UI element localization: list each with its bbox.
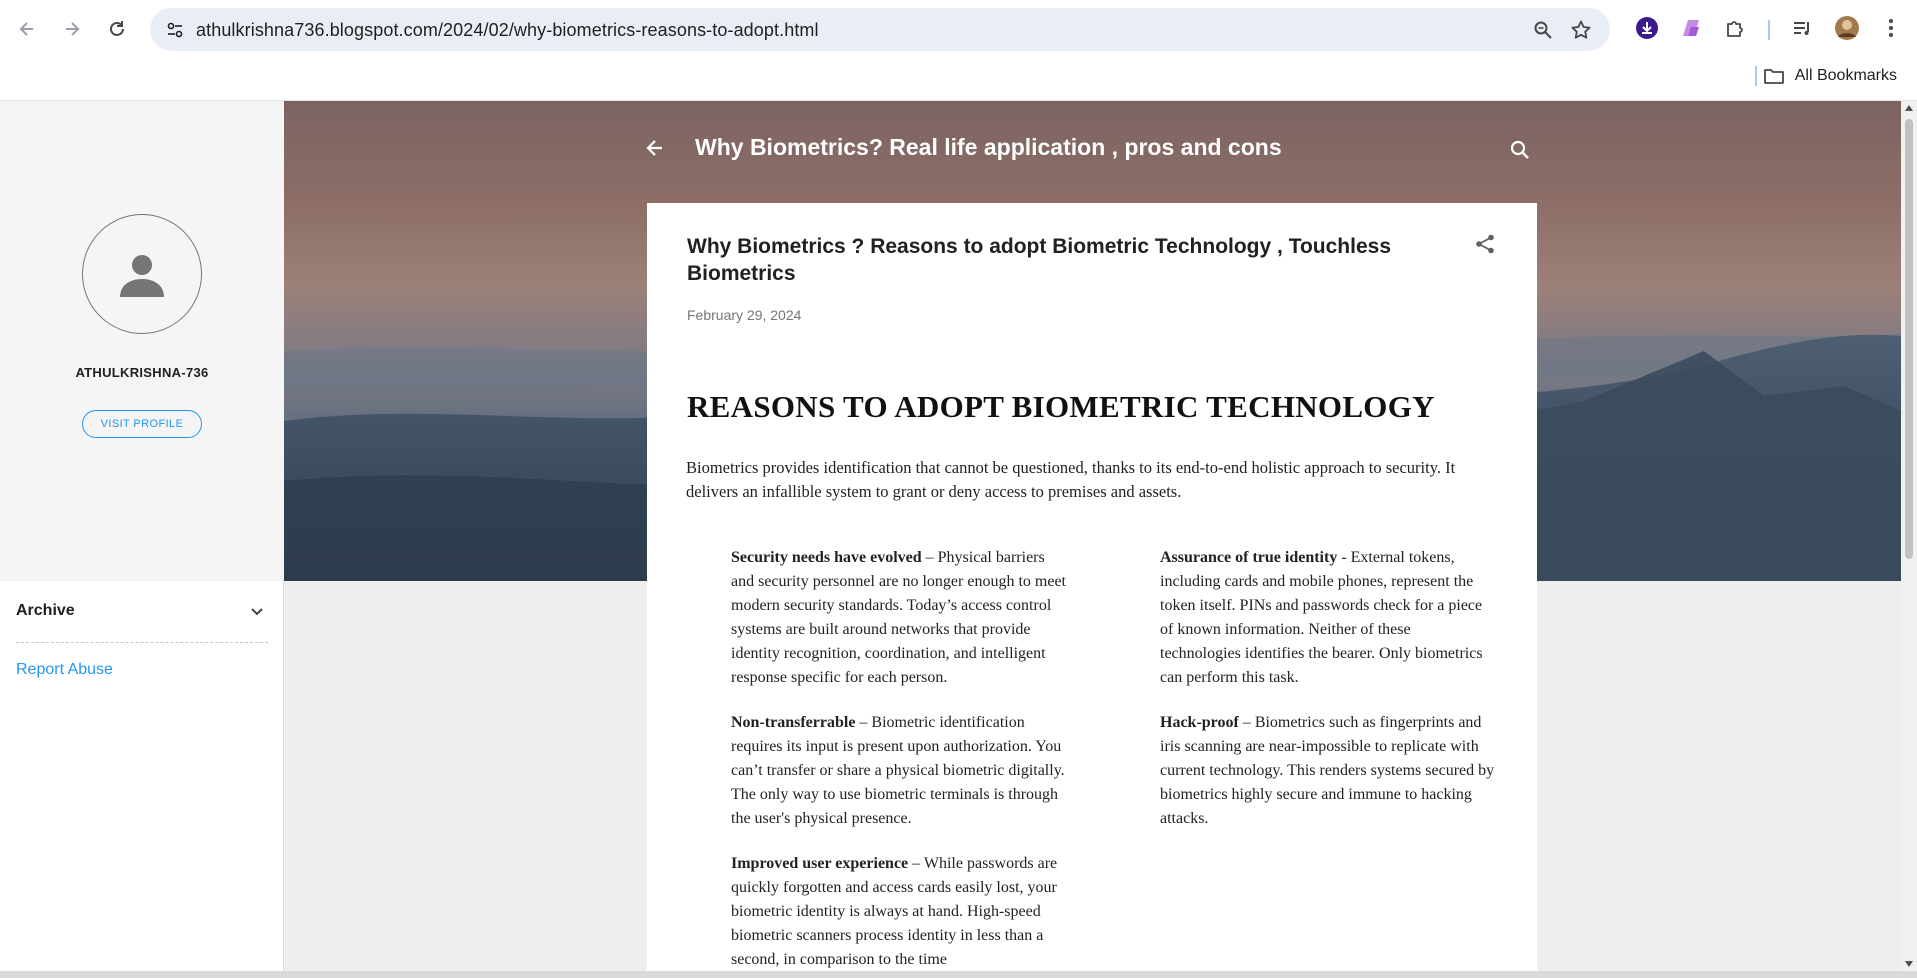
url-text[interactable]: athulkrishna736.blogspot.com/2024/02/why… bbox=[196, 20, 819, 41]
post-intro: Biometrics provides identification that … bbox=[686, 458, 1456, 501]
paragraph: Non-transferrable – Biometric identifica… bbox=[731, 711, 1066, 831]
reading-list-button[interactable] bbox=[1788, 14, 1816, 42]
person-icon bbox=[120, 255, 164, 297]
left-column: Security needs have evolved – Physical b… bbox=[731, 546, 1066, 971]
scroll-thumb[interactable] bbox=[1905, 119, 1913, 559]
bookmarks-bar: All Bookmarks bbox=[0, 59, 1917, 101]
paragraph: Hack-proof – Biometrics such as fingerpr… bbox=[1160, 711, 1495, 831]
profile-avatar-button[interactable] bbox=[1833, 14, 1861, 42]
bookmarks-divider bbox=[1755, 66, 1757, 86]
chevron-down-icon bbox=[251, 608, 263, 616]
folder-icon bbox=[1763, 69, 1784, 84]
paragraph: Improved user experience – While passwor… bbox=[731, 852, 1066, 971]
download-icon bbox=[1636, 17, 1658, 39]
bookmark-star-button[interactable] bbox=[1568, 17, 1594, 43]
address-bar[interactable]: athulkrishna736.blogspot.com/2024/02/why… bbox=[150, 8, 1610, 51]
paragraph-term: Hack-proof bbox=[1160, 714, 1239, 731]
playlist-icon bbox=[1794, 22, 1809, 35]
site-info-button[interactable] bbox=[160, 15, 190, 45]
back-button[interactable] bbox=[10, 12, 44, 46]
share-button[interactable] bbox=[1474, 233, 1496, 260]
paragraph-term: Security needs have evolved bbox=[731, 549, 922, 566]
puzzle-icon bbox=[1727, 21, 1743, 37]
post-title: Why Biometrics ? Reasons to adopt Biomet… bbox=[687, 235, 1391, 285]
tune-icon bbox=[167, 22, 183, 38]
archive-toggle[interactable]: Archive bbox=[16, 599, 268, 643]
browser-toolbar: athulkrishna736.blogspot.com/2024/02/why… bbox=[0, 0, 1917, 59]
reload-button[interactable] bbox=[100, 12, 134, 46]
page-scrollbar[interactable] bbox=[1901, 101, 1917, 971]
more-vert-icon bbox=[1889, 19, 1893, 37]
visit-profile-button[interactable]: VISIT PROFILE bbox=[82, 410, 202, 438]
scroll-up-arrow[interactable] bbox=[1905, 105, 1913, 111]
paragraph-term: Non-transferrable bbox=[731, 714, 856, 731]
extensions-menu-button[interactable] bbox=[1721, 14, 1749, 42]
sidebar: ATHULKRISHNA-736 VISIT PROFILE Archive R… bbox=[0, 101, 284, 971]
arrow-right-icon bbox=[66, 22, 80, 36]
post-heading: REASONS TO ADOPT BIOMETRIC TECHNOLOGY bbox=[687, 389, 1435, 424]
paragraph-term: Improved user experience bbox=[731, 855, 909, 872]
paragraph-text: - External tokens, including cards and m… bbox=[1160, 549, 1483, 686]
profile-name: ATHULKRISHNA-736 bbox=[75, 365, 209, 380]
browser-menu-button[interactable] bbox=[1877, 14, 1905, 42]
zoom-button[interactable] bbox=[1530, 17, 1556, 43]
star-icon bbox=[1571, 20, 1591, 39]
profile-section: ATHULKRISHNA-736 VISIT PROFILE bbox=[0, 101, 284, 581]
toolbar-divider bbox=[1768, 20, 1770, 40]
all-bookmarks-button[interactable]: All Bookmarks bbox=[1763, 67, 1897, 85]
paragraph-term: Assurance of true identity bbox=[1160, 549, 1338, 566]
profile-avatar[interactable] bbox=[82, 214, 202, 334]
report-abuse-link[interactable]: Report Abuse bbox=[16, 661, 113, 679]
blog-title[interactable]: Why Biometrics? Real life application , … bbox=[695, 134, 1282, 161]
bottom-strip bbox=[0, 971, 1917, 978]
zoom-icon bbox=[1534, 21, 1552, 39]
downloads-button[interactable] bbox=[1633, 14, 1661, 42]
reload-icon bbox=[110, 21, 124, 36]
post-date: February 29, 2024 bbox=[687, 307, 802, 323]
paragraph: Assurance of true identity - External to… bbox=[1160, 546, 1495, 690]
scroll-down-arrow[interactable] bbox=[1905, 961, 1913, 967]
extension-button[interactable] bbox=[1677, 14, 1705, 42]
right-column: Assurance of true identity - External to… bbox=[1160, 546, 1495, 852]
paragraph: Security needs have evolved – Physical b… bbox=[731, 546, 1066, 690]
search-icon bbox=[1510, 140, 1529, 159]
all-bookmarks-label: All Bookmarks bbox=[1794, 67, 1897, 84]
avatar-icon bbox=[1835, 16, 1859, 40]
share-icon bbox=[1476, 234, 1494, 254]
archive-label: Archive bbox=[16, 602, 75, 619]
gemini-icon bbox=[1683, 20, 1699, 36]
forward-button[interactable] bbox=[55, 12, 89, 46]
arrow-left-icon bbox=[646, 140, 662, 156]
arrow-left-icon bbox=[19, 22, 33, 36]
paragraph-text: – Physical barriers and security personn… bbox=[731, 549, 1066, 686]
